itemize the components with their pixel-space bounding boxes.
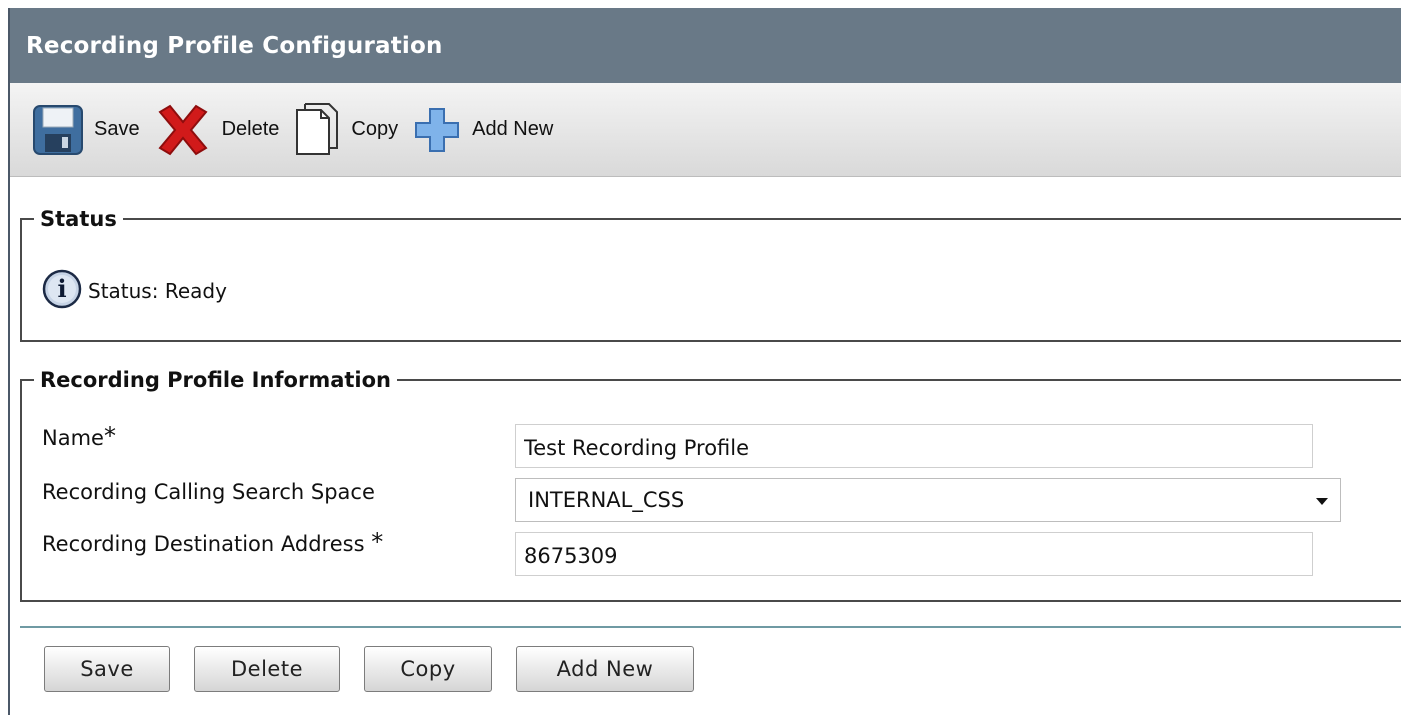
toolbar-copy-button[interactable]: Copy — [293, 102, 398, 158]
toolbar-delete-label: Delete — [221, 118, 280, 140]
toolbar-add-new-button[interactable]: Add New — [412, 105, 553, 155]
add-new-button[interactable]: Add New — [516, 646, 694, 692]
toolbar: Save Delete Copy Add New — [10, 83, 1401, 177]
svg-text:i: i — [57, 274, 66, 303]
save-button[interactable]: Save — [44, 646, 170, 692]
recording-profile-legend: Recording Profile Information — [40, 368, 392, 392]
add-new-icon — [412, 105, 462, 155]
dropdown-arrow-icon — [1316, 498, 1328, 505]
toolbar-delete-button[interactable]: Delete — [154, 102, 280, 158]
destination-address-field[interactable] — [515, 532, 1313, 576]
section-divider — [20, 626, 1401, 628]
calling-search-space-select[interactable]: INTERNAL_CSS — [515, 478, 1341, 522]
page-header: Recording Profile Configuration — [10, 8, 1401, 83]
required-marker: * — [103, 422, 116, 450]
recording-profile-section: Recording Profile Information Name* Reco… — [20, 368, 1401, 602]
info-icon: i — [42, 269, 82, 313]
delete-icon — [154, 102, 212, 158]
name-label: Name* — [42, 422, 116, 450]
copy-button[interactable]: Copy — [364, 646, 492, 692]
toolbar-save-button[interactable]: Save — [32, 104, 140, 156]
bottom-button-bar: Save Delete Copy Add New — [44, 646, 718, 692]
status-section: Status i Status: Ready — [20, 207, 1401, 342]
calling-search-space-label: Recording Calling Search Space — [42, 480, 375, 504]
required-marker: * — [371, 528, 384, 556]
page-title: Recording Profile Configuration — [26, 32, 443, 59]
name-field[interactable] — [515, 424, 1313, 468]
copy-icon — [293, 102, 341, 158]
top-clipped-strip — [0, 0, 1401, 8]
status-legend: Status — [40, 207, 117, 231]
toolbar-add-new-label: Add New — [472, 118, 554, 140]
status-text: Status: Ready — [88, 279, 227, 303]
toolbar-save-label: Save — [94, 118, 140, 140]
toolbar-copy-label: Copy — [351, 118, 399, 140]
save-icon — [32, 104, 84, 156]
delete-button[interactable]: Delete — [194, 646, 340, 692]
status-row: i Status: Ready — [42, 269, 227, 313]
calling-search-space-value: INTERNAL_CSS — [528, 488, 685, 512]
destination-address-label: Recording Destination Address * — [42, 528, 384, 556]
